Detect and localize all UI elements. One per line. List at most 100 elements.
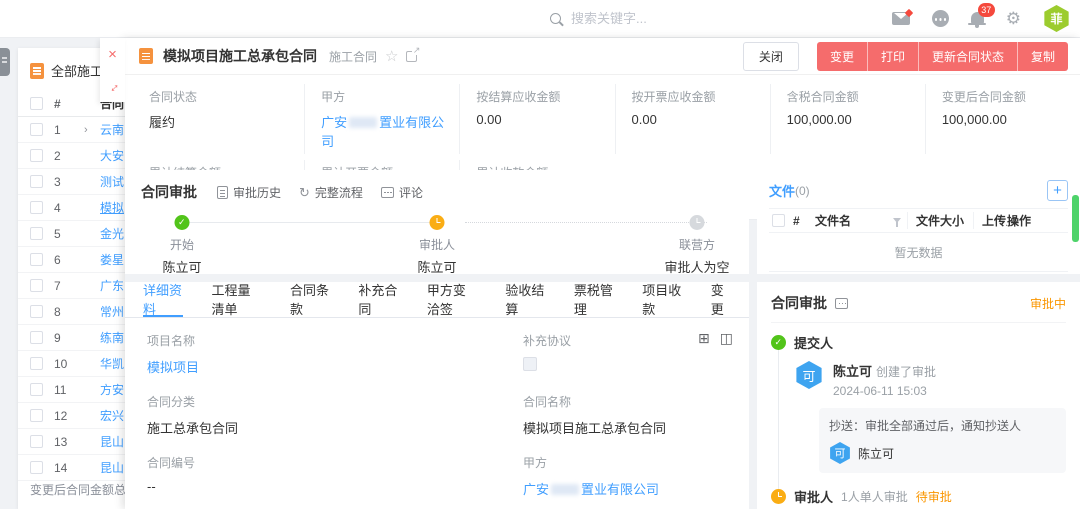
avatar[interactable]: 菲: [1043, 5, 1070, 32]
field-changed-amount: 变更后合同金额 100,000.00: [925, 84, 1080, 154]
document-icon: [139, 48, 153, 64]
files-title[interactable]: 文件: [769, 181, 795, 200]
add-file-button[interactable]: +: [1047, 180, 1068, 201]
workflow-step: 审批人 陈立可: [372, 236, 502, 276]
tab-terms[interactable]: 合同条款: [290, 282, 330, 317]
gear-icon[interactable]: ⚙: [1006, 10, 1021, 27]
timeline-approver: 审批人 1人单人审批 待审批: [771, 487, 1066, 506]
field-contract-status: 合同状态 履约: [149, 84, 304, 154]
field-party-a-detail: 甲方 广安置业有限公司: [523, 454, 731, 498]
party-a-link[interactable]: 广安置业有限公司: [321, 112, 449, 150]
tab-receipts[interactable]: 项目收款: [642, 282, 682, 317]
comment-icon[interactable]: [835, 298, 848, 309]
action-button-group: 变更 打印 更新合同状态 复制: [817, 42, 1068, 71]
comments-link[interactable]: 评论: [381, 184, 423, 201]
avatar: 可: [795, 361, 823, 389]
scrollbar-thumb[interactable]: [1072, 195, 1079, 242]
tab-supplement[interactable]: 补充合同: [358, 282, 398, 317]
search-icon: [550, 13, 561, 24]
notification-badge: 37: [978, 3, 995, 17]
row-checkbox[interactable]: [30, 123, 43, 136]
clock-icon: [771, 489, 786, 504]
mail-icon[interactable]: [892, 12, 910, 25]
grid-view-icon[interactable]: ⊞: [698, 330, 710, 347]
column-view-icon[interactable]: ◫: [720, 330, 733, 347]
filter-icon[interactable]: [893, 218, 901, 223]
row-checkbox[interactable]: [30, 201, 43, 214]
notifications[interactable]: 37: [971, 12, 984, 26]
workflow-title: 合同审批: [141, 182, 197, 202]
supplement-checkbox[interactable]: [523, 357, 537, 371]
document-icon: [30, 63, 44, 79]
row-checkbox[interactable]: [30, 227, 43, 240]
field-invoice-receivable: 按开票应收金额 0.00: [615, 84, 770, 154]
step-done-icon: [175, 215, 190, 230]
star-icon[interactable]: ☆: [385, 49, 398, 64]
update-status-button[interactable]: 更新合同状态: [918, 42, 1017, 71]
cc-note-box: 抄送：审批全部通过后，通知抄送人 可 陈立可: [819, 408, 1066, 473]
full-process-link[interactable]: ↻完整流程: [299, 184, 363, 201]
tab-changes[interactable]: 变更: [711, 282, 731, 317]
field-settle-receivable: 按结算应收金额 0.00: [459, 84, 614, 154]
topbar: 37 ⚙ 菲: [0, 0, 1080, 38]
approval-title: 合同审批: [771, 293, 827, 313]
files-empty-text: 暂无数据: [769, 233, 1068, 272]
row-checkbox[interactable]: [30, 461, 43, 474]
external-link-icon[interactable]: [406, 51, 417, 62]
timeline-submitter: 提交人: [771, 333, 1066, 352]
files-select-all-checkbox[interactable]: [772, 214, 785, 227]
contract-detail-drawer: × ↔ 模拟项目施工总承包合同 施工合同 ☆ 关闭 变更 打印 更新合同状态 复…: [125, 38, 1080, 509]
select-all-checkbox[interactable]: [30, 97, 43, 110]
row-checkbox[interactable]: [30, 383, 43, 396]
files-card: 文件 (0) + # 文件名 文件大小 上传人 操作 暂无数据: [757, 170, 1080, 274]
tab-boq[interactable]: 工程量清单: [211, 282, 262, 317]
approval-timeline: 提交人 可 陈立可创建了审批 2024-06-11 15:03 抄送：审批全部通…: [771, 333, 1066, 509]
change-button[interactable]: 变更: [817, 42, 867, 71]
close-icon[interactable]: ×: [100, 38, 125, 70]
approval-history-link[interactable]: 审批历史: [217, 184, 281, 201]
row-expander-icon[interactable]: ›: [84, 124, 100, 136]
history-icon: [217, 186, 228, 199]
comment-icon: [381, 187, 394, 198]
project-link[interactable]: 模拟项目: [147, 357, 523, 376]
drawer-controls: × ↔: [100, 38, 125, 102]
copy-button[interactable]: 复制: [1017, 42, 1068, 71]
avatar: 可: [829, 442, 851, 464]
row-checkbox[interactable]: [30, 175, 43, 188]
chat-icon[interactable]: [932, 10, 949, 27]
global-search[interactable]: [550, 11, 731, 26]
tab-tax[interactable]: 票税管理: [574, 282, 614, 317]
row-checkbox[interactable]: [30, 253, 43, 266]
print-button[interactable]: 打印: [867, 42, 918, 71]
contract-type-tag: 施工合同: [329, 48, 377, 65]
timestamp: 2024-06-11 15:03: [833, 384, 936, 398]
row-checkbox[interactable]: [30, 305, 43, 318]
search-input[interactable]: [571, 11, 731, 26]
party-a-link[interactable]: 广安置业有限公司: [523, 479, 731, 498]
drawer-header: 模拟项目施工总承包合同 施工合同 ☆ 关闭 变更 打印 更新合同状态 复制: [125, 38, 1080, 75]
field-party-a: 甲方 广安置业有限公司: [304, 84, 459, 154]
row-checkbox[interactable]: [30, 409, 43, 422]
approval-timeline-card: ▸ 合同审批 审批中 提交人 可 陈立可创建了审批: [757, 282, 1080, 509]
row-checkbox[interactable]: [30, 435, 43, 448]
detail-form: 项目名称 模拟项目 补充协议 合同分类 施工总承包合同 合同名称 模拟项目施工总…: [125, 318, 749, 509]
sidebar-collapse-handle[interactable]: [0, 48, 10, 76]
col-index: #: [54, 97, 84, 111]
row-checkbox[interactable]: [30, 279, 43, 292]
cycle-icon: ↻: [299, 186, 310, 199]
detail-tabs-card: 详细资料 工程量清单 合同条款 补充合同 甲方变洽签 验收结算 票税管理 项目收…: [125, 282, 749, 509]
row-checkbox[interactable]: [30, 331, 43, 344]
files-count: (0): [795, 184, 810, 198]
row-checkbox[interactable]: [30, 149, 43, 162]
tab-acceptance[interactable]: 验收结算: [505, 282, 545, 317]
close-button[interactable]: 关闭: [743, 42, 799, 71]
tab-detail-info[interactable]: 详细资料: [143, 282, 183, 317]
field-contract-no: 合同编号 --: [147, 454, 523, 498]
field-project-name: 项目名称 模拟项目: [147, 332, 523, 376]
row-checkbox[interactable]: [30, 357, 43, 370]
step-waiting-icon: [690, 215, 705, 230]
redacted-text: [349, 117, 377, 128]
workflow-steps: 开始 陈立可 审批人 陈立可 联营方 审批人为空: [141, 210, 733, 268]
tab-party-a-change[interactable]: 甲方变洽签: [427, 282, 478, 317]
tab-bar: 详细资料 工程量清单 合同条款 补充合同 甲方变洽签 验收结算 票税管理 项目收…: [125, 282, 749, 318]
